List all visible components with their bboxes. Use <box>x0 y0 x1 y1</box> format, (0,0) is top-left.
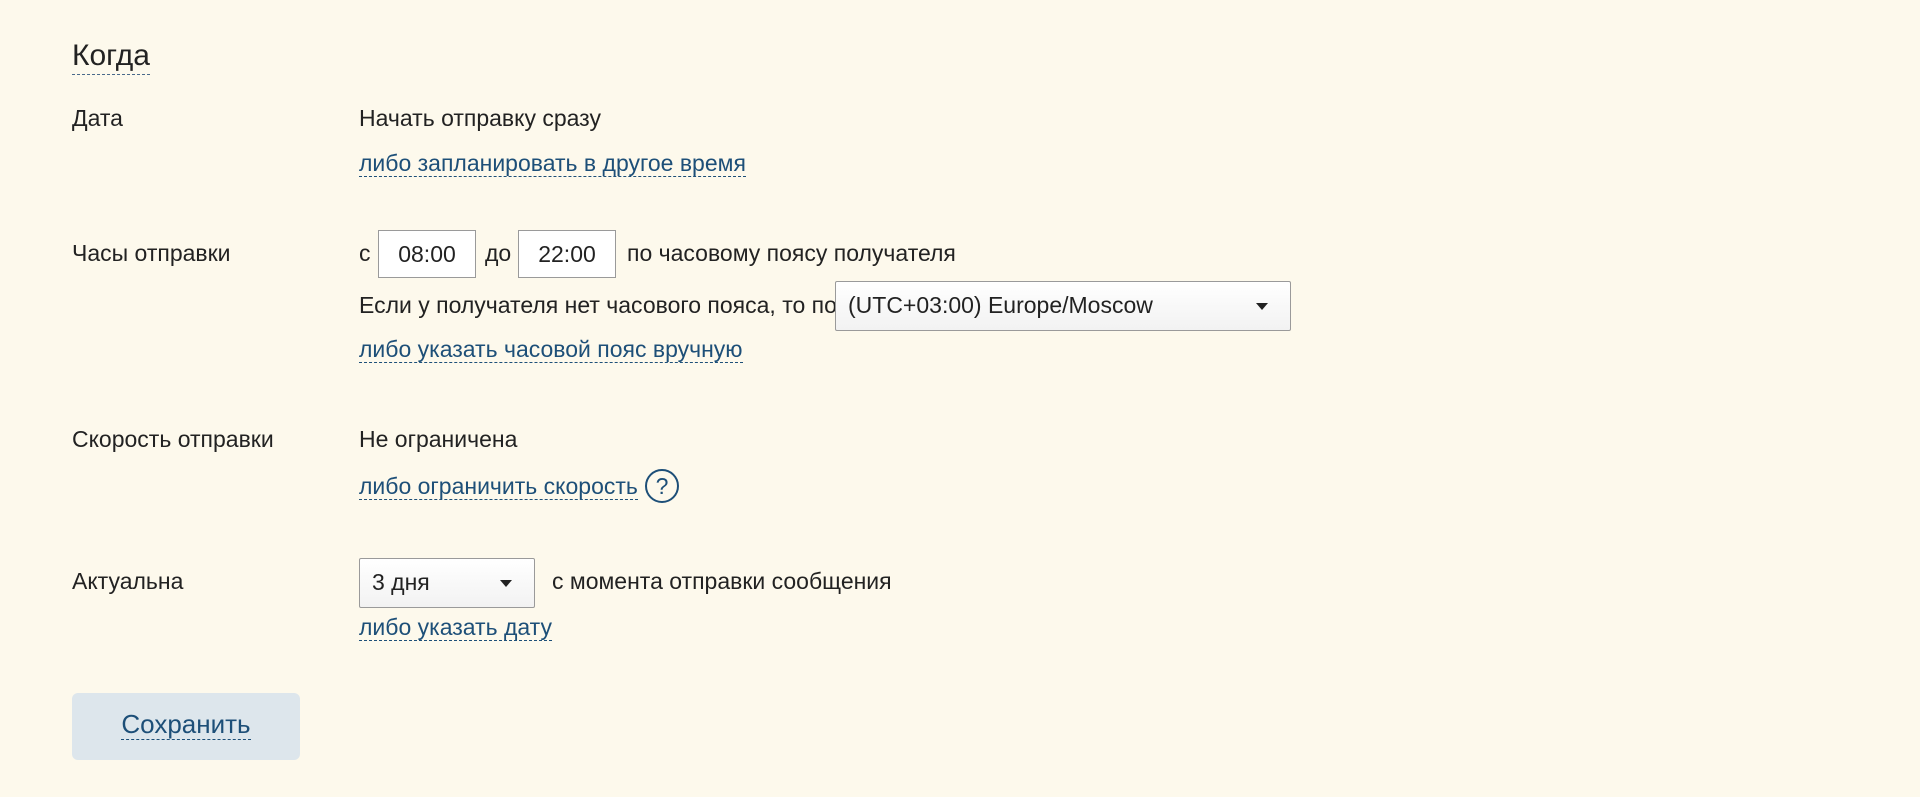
speed-value: Не ограничена <box>359 426 518 452</box>
limit-speed-link[interactable]: либо ограничить скорость <box>359 473 638 500</box>
relevance-label: Актуальна <box>72 568 184 594</box>
speed-label: Скорость отправки <box>72 426 274 452</box>
set-timezone-manually-link[interactable]: либо указать часовой пояс вручную <box>359 336 743 363</box>
timezone-select-value: (UTC+03:00) Europe/Moscow <box>848 292 1153 318</box>
hours-from-label: с <box>359 240 371 266</box>
hours-timezone-suffix: по часовому поясу получателя <box>627 240 956 266</box>
hours-from-input[interactable]: 08:00 <box>378 230 476 278</box>
question-circle-icon[interactable]: ? <box>645 469 679 503</box>
relevance-suffix: с момента отправки сообщения <box>552 568 892 594</box>
schedule-later-link[interactable]: либо запланировать в другое время <box>359 150 746 177</box>
duration-select[interactable]: 3 дня <box>359 558 535 608</box>
hours-label: Часы отправки <box>72 240 231 266</box>
caret-down-icon <box>1256 303 1268 310</box>
timezone-select[interactable]: (UTC+03:00) Europe/Moscow <box>835 281 1291 331</box>
save-button-label: Сохранить <box>121 709 251 740</box>
set-date-link[interactable]: либо указать дату <box>359 614 552 641</box>
date-label: Дата <box>72 105 123 131</box>
section-title[interactable]: Когда <box>72 38 150 75</box>
hours-to-label: до <box>485 240 512 266</box>
caret-down-icon <box>500 580 512 587</box>
duration-select-value: 3 дня <box>372 569 430 595</box>
save-button[interactable]: Сохранить <box>72 693 300 760</box>
date-value: Начать отправку сразу <box>359 105 601 131</box>
hours-to-input[interactable]: 22:00 <box>518 230 616 278</box>
timezone-fallback-text: Если у получателя нет часового пояса, то… <box>359 292 837 318</box>
